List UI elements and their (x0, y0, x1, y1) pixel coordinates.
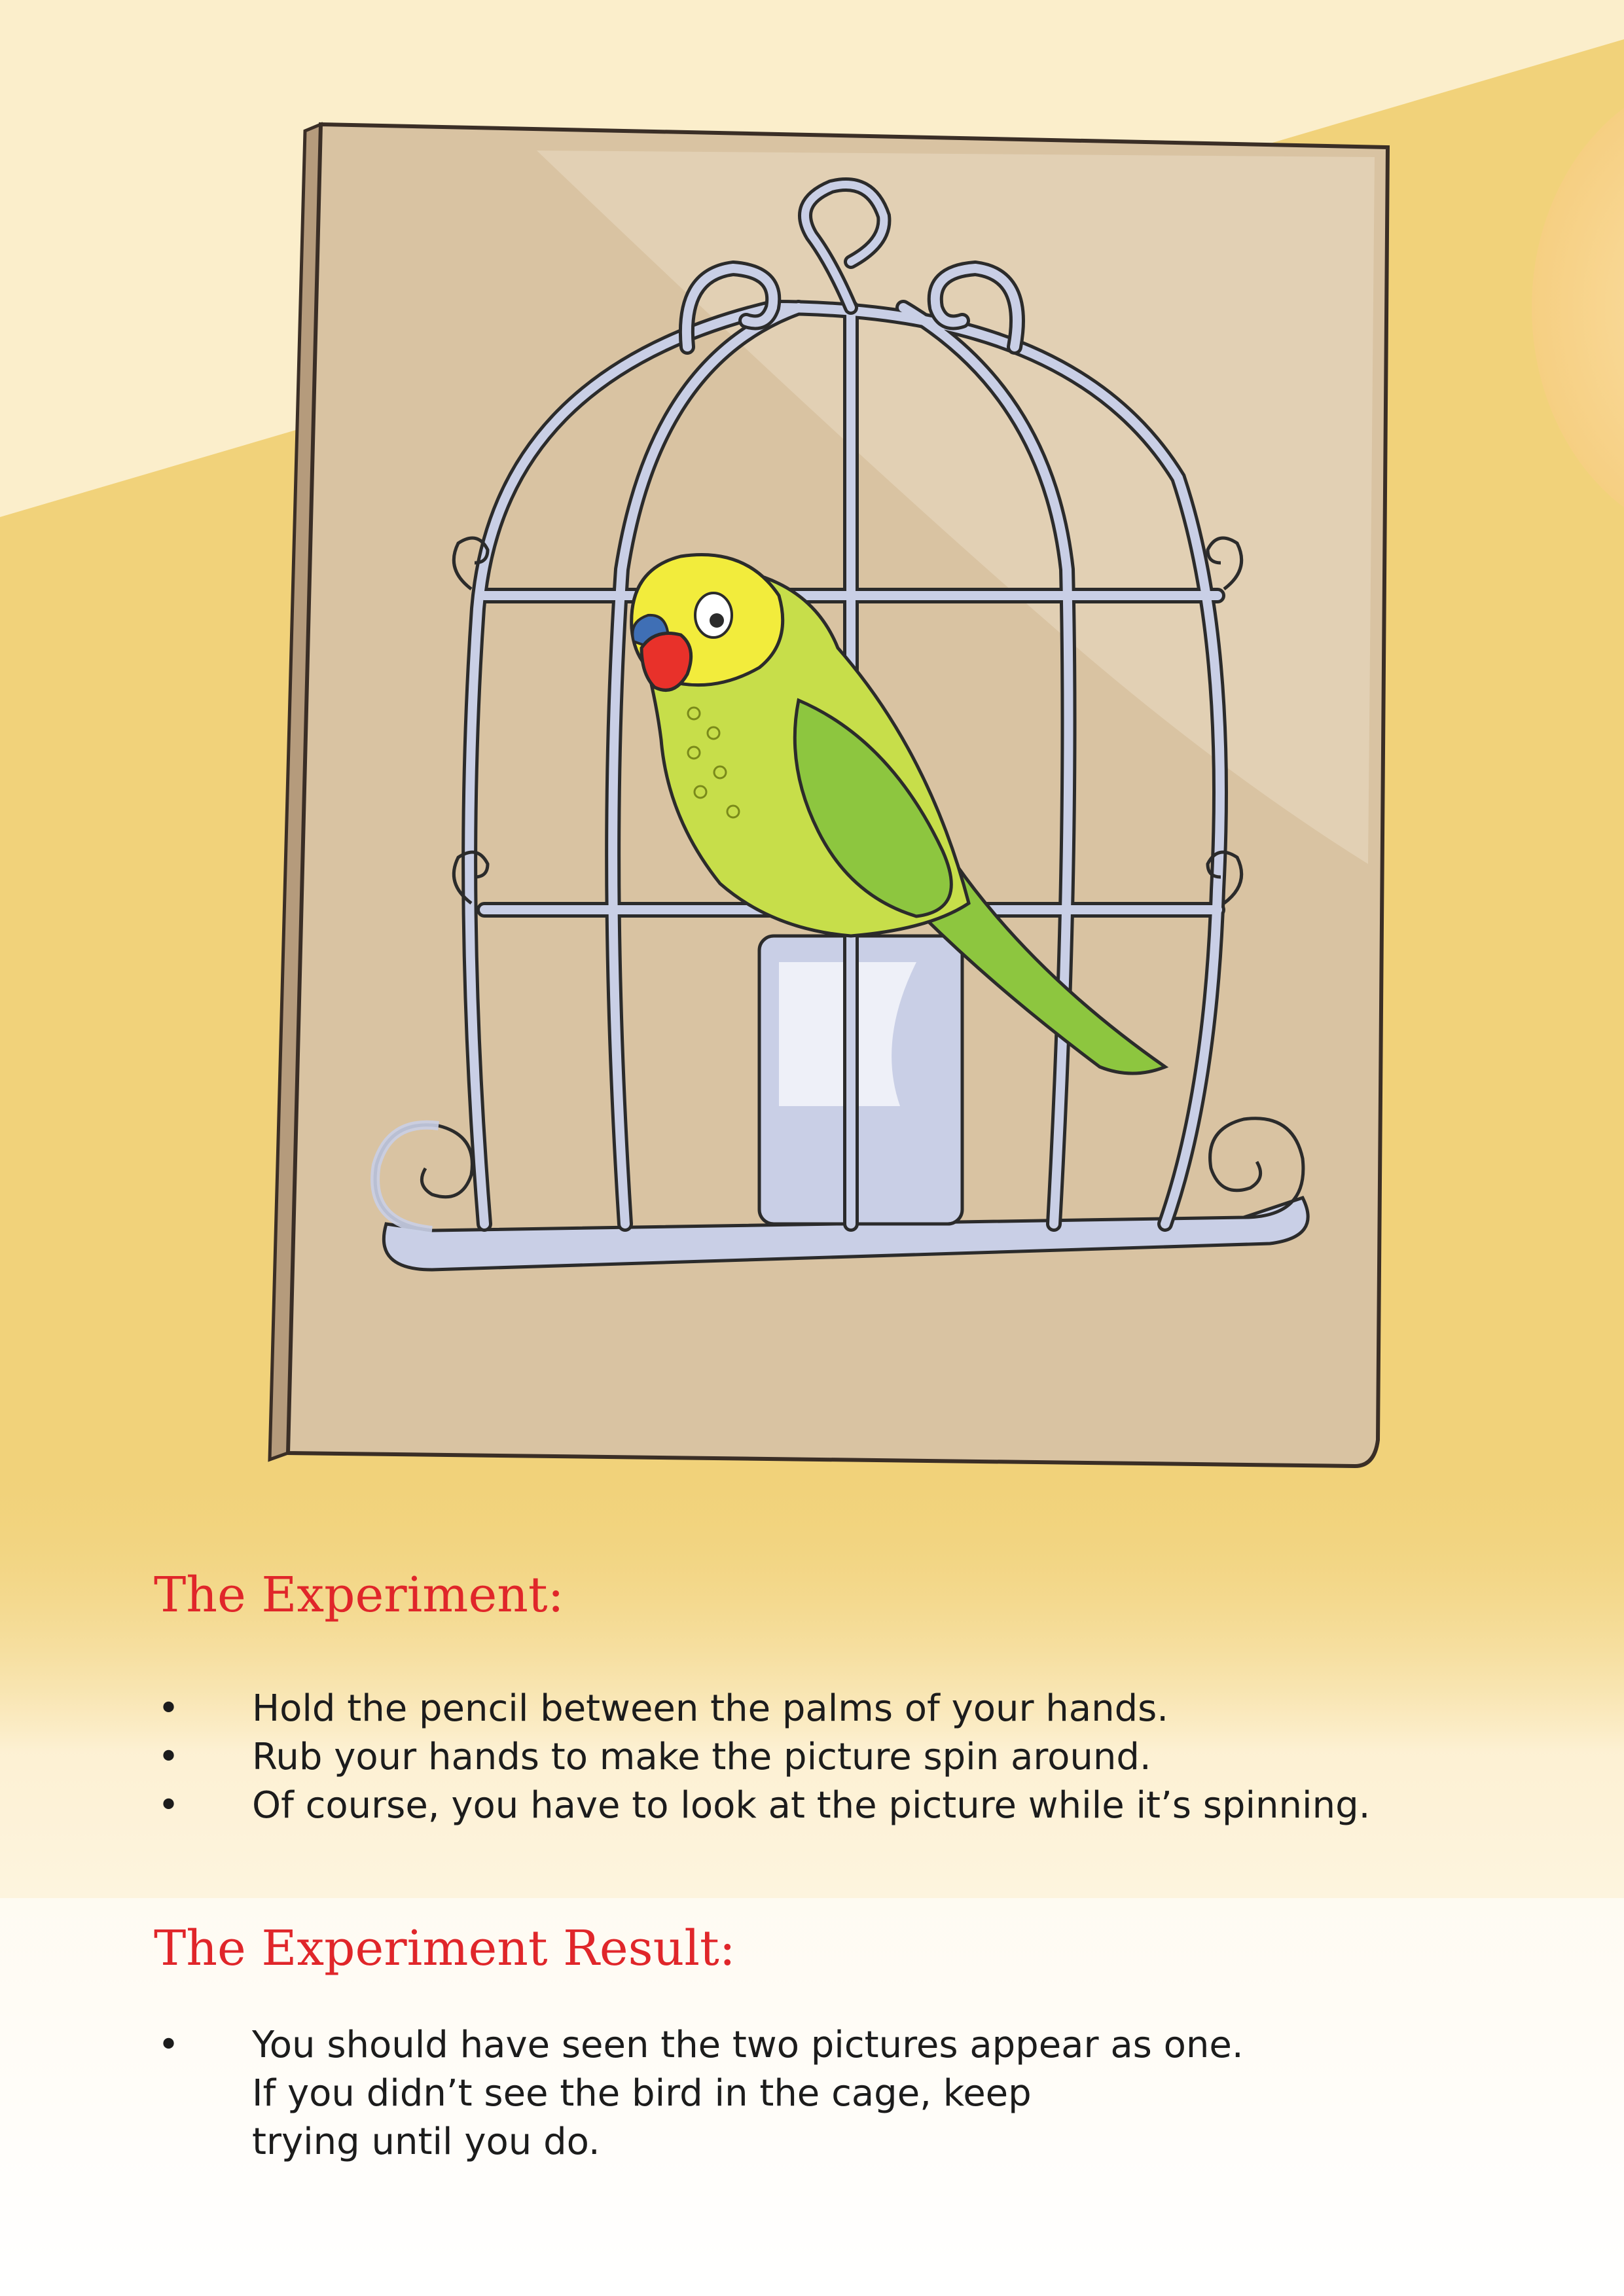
bullet-icon: • (158, 1687, 180, 1730)
result-line-2: If you didn’t see the bird in the cage, … (252, 2072, 1032, 2115)
experiment-step-3: Of course, you have to look at the pictu… (252, 1784, 1371, 1827)
list-item: • Hold the pencil between the palms of y… (154, 1685, 1528, 1733)
list-item: • Of course, you have to look at the pic… (154, 1782, 1528, 1830)
result-list: • You should have seen the two pictures … (154, 2021, 1528, 2166)
experiment-steps-list: • Hold the pencil between the palms of y… (154, 1685, 1528, 1830)
experiment-step-1: Hold the pencil between the palms of you… (252, 1687, 1169, 1730)
list-item: • You should have seen the two pictures … (154, 2021, 1528, 2166)
result-line-1: You should have seen the two pictures ap… (252, 2024, 1244, 2066)
experiment-step-2: Rub your hands to make the picture spin … (252, 1736, 1151, 1778)
bullet-icon: • (158, 1736, 180, 1778)
bullet-icon: • (158, 1784, 180, 1827)
experiment-heading: The Experiment: (154, 1567, 564, 1623)
bird-cage-illustration (268, 122, 1390, 1469)
bullet-icon: • (158, 2024, 180, 2066)
result-line-3: trying until you do. (252, 2121, 600, 2163)
list-item: • Rub your hands to make the picture spi… (154, 1733, 1528, 1782)
result-heading: The Experiment Result: (154, 1920, 736, 1977)
